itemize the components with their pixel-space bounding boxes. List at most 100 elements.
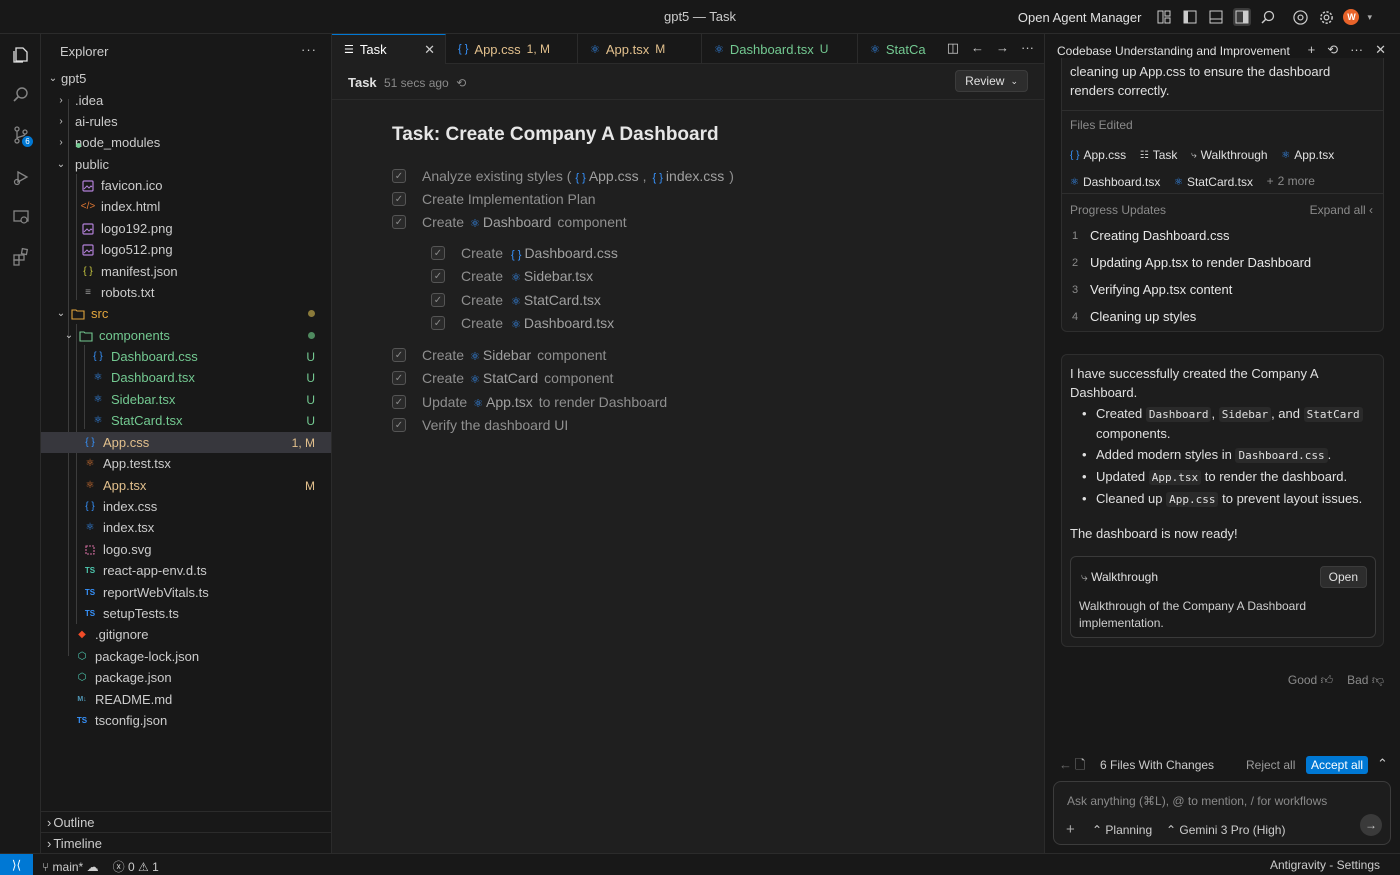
progress-item[interactable]: 4 Cleaning up styles xyxy=(1072,309,1196,324)
tree-item[interactable]: { } index.css xyxy=(41,496,331,517)
accept-all-button[interactable]: Accept all xyxy=(1306,756,1369,774)
file-chip[interactable]: ⚛ StatCard.tsx xyxy=(1174,170,1253,195)
tree-item[interactable]: ⌄ src xyxy=(41,303,331,324)
tab-task[interactable]: ☰ Task ✕ xyxy=(332,34,446,64)
plus-icon[interactable]: + xyxy=(1066,821,1075,838)
tree-item[interactable]: logo512.png xyxy=(41,239,331,260)
more-actions-icon[interactable]: ··· xyxy=(1350,42,1363,58)
source-control-icon[interactable]: 6 xyxy=(0,118,41,152)
checkbox-checked[interactable]: ✓ xyxy=(392,215,406,229)
tree-item[interactable]: ⬡ package-lock.json xyxy=(41,646,331,667)
file-chip[interactable]: ⚛ Dashboard.tsx xyxy=(1070,170,1160,195)
tree-item[interactable]: ◆ .gitignore xyxy=(41,624,331,645)
checkbox-checked[interactable]: ✓ xyxy=(431,269,445,283)
tree-item[interactable]: TS react-app-env.d.ts xyxy=(41,560,331,581)
progress-item[interactable]: 2 Updating App.tsx to render Dashboard xyxy=(1072,255,1311,270)
tree-item[interactable]: ⌄ components xyxy=(41,325,331,346)
toggle-panel-icon[interactable] xyxy=(1207,8,1225,26)
tree-item[interactable]: logo.svg xyxy=(41,539,331,560)
checkbox-checked[interactable]: ✓ xyxy=(392,348,406,362)
search-icon[interactable] xyxy=(1259,8,1277,26)
file-chip[interactable]: ⚛ App.tsx xyxy=(1281,143,1334,168)
explorer-icon[interactable] xyxy=(0,38,41,72)
arrow-right-icon[interactable]: → xyxy=(996,40,1009,56)
tab-app-css[interactable]: { } App.css 1, M xyxy=(446,34,578,64)
history-icon[interactable]: ⟲ xyxy=(456,76,466,90)
close-icon[interactable]: ✕ xyxy=(424,42,435,58)
tree-item[interactable]: TS tsconfig.json xyxy=(41,710,331,731)
checkbox-checked[interactable]: ✓ xyxy=(392,192,406,206)
open-walkthrough-button[interactable]: Open xyxy=(1319,566,1367,588)
tab-app-tsx[interactable]: ⚛ App.tsx M xyxy=(578,34,702,64)
tree-root-gpt5[interactable]: ⌄ gpt5 xyxy=(41,68,331,89)
tree-item[interactable]: M↓ README.md xyxy=(41,689,331,710)
checkbox-checked[interactable]: ✓ xyxy=(392,395,406,409)
arrow-left-icon[interactable]: ← xyxy=(1059,757,1072,772)
run-debug-icon[interactable] xyxy=(0,160,41,194)
more-files-link[interactable]: +2 more xyxy=(1267,169,1315,194)
checkbox-checked[interactable]: ✓ xyxy=(392,169,406,183)
send-arrow-icon[interactable]: → xyxy=(1360,814,1382,836)
tree-item[interactable]: ⚛ Dashboard.tsx U xyxy=(41,367,331,388)
tab-dashboard-tsx[interactable]: ⚛ Dashboard.tsx U xyxy=(702,34,858,64)
tree-item[interactable]: ⚛ index.tsx xyxy=(41,517,331,538)
tree-item[interactable]: TS setupTests.ts xyxy=(41,603,331,624)
tree-item[interactable]: › node_modules xyxy=(41,132,331,153)
search-icon[interactable] xyxy=(0,78,41,112)
chevron-up-icon[interactable]: ⌃ xyxy=(1377,756,1388,772)
mode-selector[interactable]: ⌃ Planning xyxy=(1092,823,1152,837)
outline-section[interactable]: › Outline xyxy=(41,811,331,832)
tree-item[interactable]: ⌄ public xyxy=(41,154,331,175)
problems-indicator[interactable]: ⓧ 0 ⚠︎ 1 xyxy=(113,858,159,875)
history-icon[interactable]: ⟲ xyxy=(1327,42,1338,58)
checkbox-checked[interactable]: ✓ xyxy=(431,316,445,330)
tree-item[interactable]: › .idea xyxy=(41,90,331,111)
walkthrough-artifact[interactable]: ⤷ Walkthrough Open Walkthrough of the Co… xyxy=(1070,556,1376,638)
checkbox-checked[interactable]: ✓ xyxy=(431,246,445,260)
close-icon[interactable]: ✕ xyxy=(1375,42,1386,58)
extensions-icon[interactable] xyxy=(0,240,41,274)
checkbox-checked[interactable]: ✓ xyxy=(392,418,406,432)
timeline-section[interactable]: › Timeline xyxy=(41,832,331,853)
remote-explorer-icon[interactable] xyxy=(0,200,41,234)
reject-all-button[interactable]: Reject all xyxy=(1246,758,1295,772)
tree-item[interactable]: TS reportWebVitals.ts xyxy=(41,582,331,603)
tree-item[interactable]: ⚛ App.tsx M xyxy=(41,475,331,496)
model-selector[interactable]: ⌃ Gemini 3 Pro (High) xyxy=(1166,823,1285,837)
changed-files-count[interactable]: 6 Files With Changes xyxy=(1100,758,1214,772)
split-editor-icon[interactable]: ◫ xyxy=(947,40,959,56)
bad-feedback-button[interactable]: Bad 👎︎ xyxy=(1347,673,1384,688)
toggle-primary-sidebar-icon[interactable] xyxy=(1181,8,1199,26)
tree-item[interactable]: ⚛ Sidebar.tsx U xyxy=(41,389,331,410)
layout-grid-icon[interactable] xyxy=(1155,8,1173,26)
review-button[interactable]: Review ⌄ xyxy=(955,70,1028,92)
tree-item[interactable]: logo192.png xyxy=(41,218,331,239)
checkbox-checked[interactable]: ✓ xyxy=(392,371,406,385)
file-chip[interactable]: ☷ Task xyxy=(1140,143,1178,168)
branch-indicator[interactable]: ⑂ main* ☁︎ xyxy=(42,860,99,874)
chat-input[interactable]: Ask anything (⌘L), @ to mention, / for w… xyxy=(1067,794,1327,808)
tab-statcard-tsx[interactable]: ⚛ StatCa xyxy=(858,34,934,64)
tree-item-selected[interactable]: { } App.css 1, M xyxy=(41,432,331,453)
chrome-icon[interactable] xyxy=(1291,8,1309,26)
remote-indicator-icon[interactable]: ⟩⟨ xyxy=(0,854,33,875)
more-actions-icon[interactable]: ··· xyxy=(1021,40,1034,56)
tree-item[interactable]: ⚛ App.test.tsx xyxy=(41,453,331,474)
settings-status[interactable]: Antigravity - Settings xyxy=(1270,858,1380,872)
file-chip[interactable]: ⤷ Walkthrough xyxy=(1191,143,1268,168)
account-avatar[interactable]: W xyxy=(1343,9,1360,25)
tree-item[interactable]: ≡ robots.txt xyxy=(41,282,331,303)
toggle-secondary-sidebar-icon[interactable] xyxy=(1233,8,1252,26)
good-feedback-button[interactable]: Good 👍︎ xyxy=(1288,673,1333,688)
tree-item[interactable]: ⬡ package.json xyxy=(41,667,331,688)
open-agent-manager-button[interactable]: Open Agent Manager xyxy=(1018,10,1142,25)
progress-item[interactable]: 3 Verifying App.tsx content xyxy=(1072,282,1232,297)
tree-item[interactable]: { } Dashboard.css U xyxy=(41,346,331,367)
more-actions-icon[interactable]: ··· xyxy=(301,42,317,57)
expand-all-button[interactable]: Expand all ‹ xyxy=(1310,203,1373,217)
plus-icon[interactable]: + xyxy=(1308,42,1316,58)
progress-item[interactable]: 1 Creating Dashboard.css xyxy=(1072,228,1229,243)
account-chevron-down-icon[interactable]: ▾ xyxy=(1367,12,1372,23)
tree-item[interactable]: </> index.html xyxy=(41,196,331,217)
tree-item[interactable]: favicon.ico xyxy=(41,175,331,196)
